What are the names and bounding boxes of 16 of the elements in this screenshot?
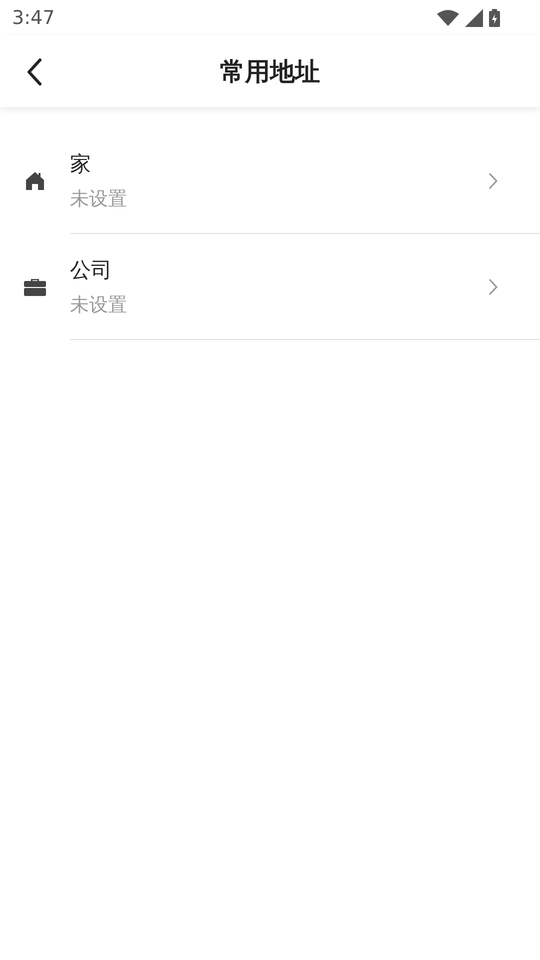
address-row[interactable]: 家 未设置 [0,128,540,234]
page-title: 常用地址 [219,56,321,88]
address-row[interactable]: 公司 未设置 [0,234,540,340]
wifi-icon [437,10,459,26]
signal-icon [465,9,483,27]
address-value: 未设置 [70,292,128,318]
status-time: 3:47 [12,7,55,29]
briefcase-icon [24,277,46,297]
address-value: 未设置 [70,186,128,212]
home-icon [25,171,45,191]
battery-icon [489,9,500,27]
chevron-icon [488,278,498,296]
chevron-icon [488,172,498,190]
address-label: 公司 [70,256,113,284]
back-icon [25,58,43,86]
address-label: 家 [70,150,92,178]
